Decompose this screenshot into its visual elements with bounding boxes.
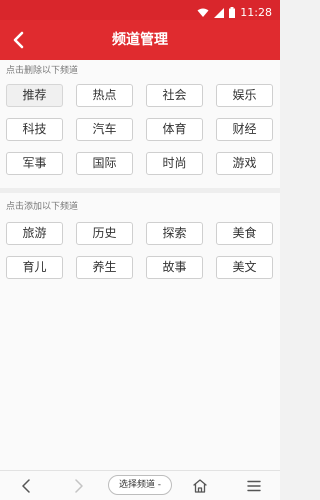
channel-chip[interactable]: 探索 [146, 222, 203, 245]
channel-chip[interactable]: 旅游 [6, 222, 63, 245]
channel-chip[interactable]: 汽车 [76, 118, 133, 141]
select-channel-button[interactable]: 选择频道 - [108, 475, 172, 495]
channel-chip[interactable]: 推荐 [6, 84, 63, 107]
channel-chip[interactable]: 娱乐 [216, 84, 273, 107]
app-bar: 频道管理 [0, 20, 280, 60]
status-time: 11:28 [240, 5, 272, 19]
channel-chip[interactable]: 游戏 [216, 152, 273, 175]
page-title: 频道管理 [112, 32, 168, 48]
menu-icon [247, 480, 261, 492]
bottom-nav-bar: 选择频道 - [0, 470, 280, 500]
subscribed-hint: 点击删除以下频道 [6, 66, 79, 76]
nav-back-button[interactable] [17, 477, 35, 495]
channel-chip[interactable]: 历史 [76, 222, 133, 245]
channel-chip[interactable]: 国际 [76, 152, 133, 175]
channel-chip[interactable]: 养生 [76, 256, 133, 279]
channel-chip[interactable]: 科技 [6, 118, 63, 141]
channel-chip[interactable]: 故事 [146, 256, 203, 279]
channel-chip[interactable]: 体育 [146, 118, 203, 141]
channel-chip[interactable]: 美食 [216, 222, 273, 245]
channel-chip[interactable]: 财经 [216, 118, 273, 141]
channel-chip[interactable]: 育儿 [6, 256, 63, 279]
status-bar: 11:28 [0, 0, 280, 20]
home-icon [193, 479, 207, 493]
channel-chip[interactable]: 美文 [216, 256, 273, 279]
channel-chip[interactable]: 时尚 [146, 152, 203, 175]
home-button[interactable] [191, 477, 209, 495]
chevron-right-icon [75, 479, 83, 493]
channel-content: 点击删除以下频道 推荐 热点 社会 娱乐 科技 汽车 体育 财经 军事 国际 时… [0, 60, 280, 470]
nav-forward-button[interactable] [70, 477, 88, 495]
channel-chip[interactable]: 军事 [6, 152, 63, 175]
channel-chip[interactable]: 社会 [146, 84, 203, 107]
section-divider [0, 188, 280, 193]
menu-button[interactable] [245, 477, 263, 495]
available-hint: 点击添加以下频道 [6, 202, 79, 212]
chevron-left-icon [22, 479, 30, 493]
channel-chip[interactable]: 热点 [76, 84, 133, 107]
